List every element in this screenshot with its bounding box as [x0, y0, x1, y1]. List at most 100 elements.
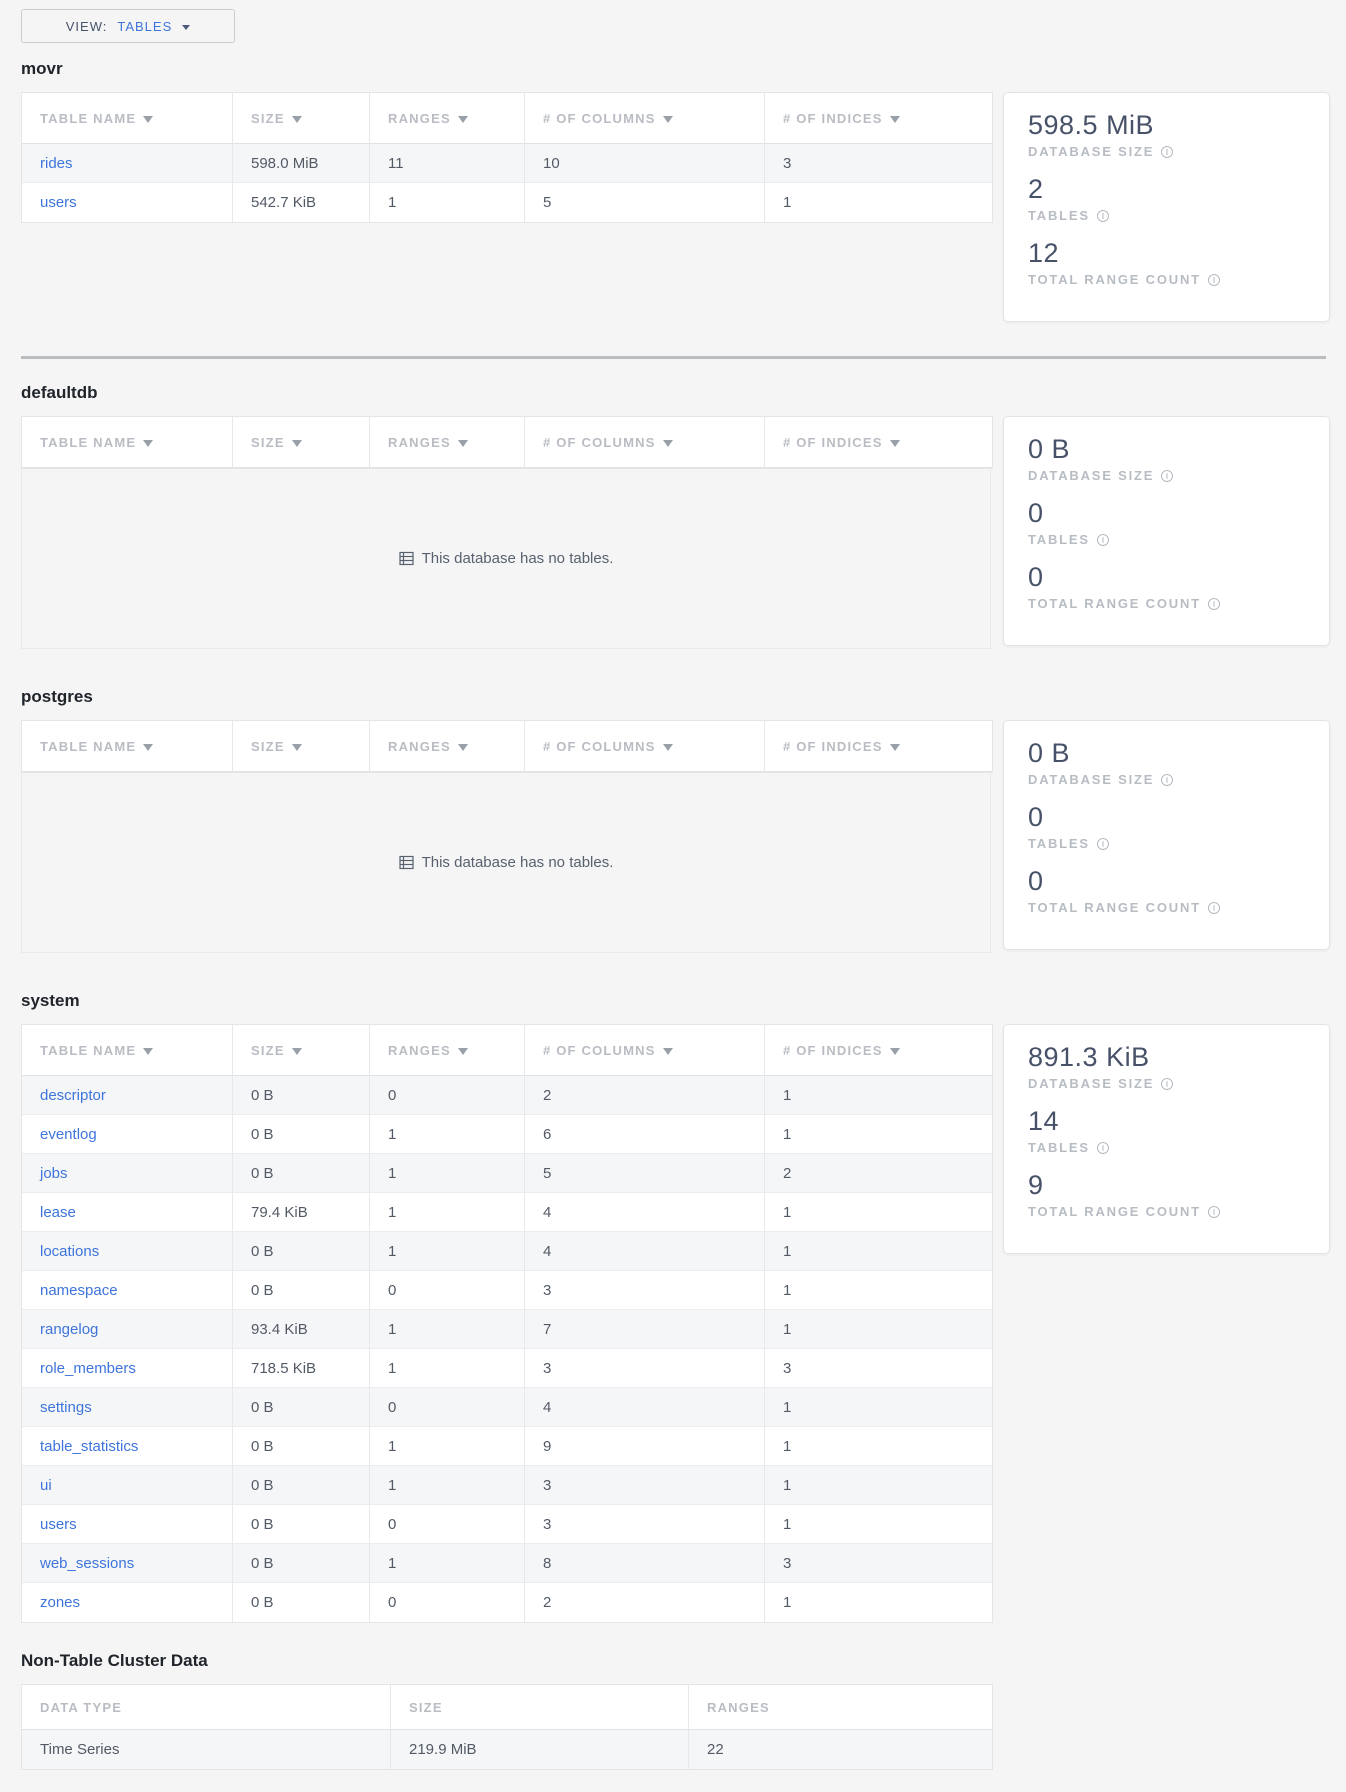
- table-link[interactable]: descriptor: [40, 1087, 106, 1104]
- table-link[interactable]: role_members: [40, 1360, 136, 1377]
- database-stats-card: 0 B DATABASE SIZE 0 TABLES 0 TOTAL RANGE…: [1003, 416, 1330, 646]
- table-name-cell: jobs: [22, 1154, 233, 1193]
- column-header-indices[interactable]: # OF INDICES: [765, 721, 992, 772]
- table-row: Time Series 219.9 MiB 22: [22, 1730, 992, 1769]
- table-link[interactable]: users: [40, 194, 77, 211]
- table-link[interactable]: locations: [40, 1243, 99, 1260]
- table-row: table_statistics 0 B 1 9 1: [22, 1427, 992, 1466]
- indices-cell: 1: [765, 1193, 992, 1232]
- table-name-cell: role_members: [22, 1349, 233, 1388]
- table-link[interactable]: namespace: [40, 1282, 118, 1299]
- sort-arrow-icon: [458, 116, 468, 123]
- column-header-ranges[interactable]: RANGES: [370, 93, 525, 144]
- ranges-cell: 0: [370, 1076, 525, 1115]
- indices-cell: 1: [765, 1076, 992, 1115]
- info-icon[interactable]: [1208, 1206, 1220, 1218]
- info-icon[interactable]: [1097, 1142, 1109, 1154]
- size-cell: 0 B: [233, 1427, 370, 1466]
- table-link[interactable]: web_sessions: [40, 1555, 134, 1572]
- databases-page: VIEW: TABLES movr TABLE NAME SIZE RANGES…: [0, 0, 1346, 1770]
- columns-cell: 3: [525, 1271, 765, 1310]
- info-icon[interactable]: [1161, 146, 1173, 158]
- table-link[interactable]: ui: [40, 1477, 52, 1494]
- columns-cell: 9: [525, 1427, 765, 1466]
- info-icon[interactable]: [1161, 774, 1173, 786]
- table-row: web_sessions 0 B 1 8 3: [22, 1544, 992, 1583]
- column-header-columns[interactable]: # OF COLUMNS: [525, 721, 765, 772]
- indices-cell: 1: [765, 1232, 992, 1271]
- column-header-table-name[interactable]: TABLE NAME: [22, 93, 233, 144]
- sort-arrow-icon: [458, 440, 468, 447]
- info-icon[interactable]: [1208, 598, 1220, 610]
- non-table-data-table: DATA TYPE SIZE RANGES Time Series 219.9 …: [21, 1684, 993, 1770]
- size-cell: 598.0 MiB: [233, 144, 370, 183]
- info-icon[interactable]: [1161, 1078, 1173, 1090]
- column-header-columns[interactable]: # OF COLUMNS: [525, 1025, 765, 1076]
- info-icon[interactable]: [1097, 534, 1109, 546]
- column-header-table-name[interactable]: TABLE NAME: [22, 417, 233, 468]
- table-link[interactable]: jobs: [40, 1165, 68, 1182]
- column-header-ranges[interactable]: RANGES: [370, 1025, 525, 1076]
- column-header-size[interactable]: SIZE: [233, 1025, 370, 1076]
- sort-arrow-icon: [663, 1048, 673, 1055]
- view-dropdown[interactable]: VIEW: TABLES: [21, 9, 235, 43]
- table-row: role_members 718.5 KiB 1 3 3: [22, 1349, 992, 1388]
- column-header-table-name[interactable]: TABLE NAME: [22, 721, 233, 772]
- column-header-ranges[interactable]: RANGES: [370, 417, 525, 468]
- table-name-cell: rangelog: [22, 1310, 233, 1349]
- table-name-cell: table_statistics: [22, 1427, 233, 1466]
- column-header-columns[interactable]: # OF COLUMNS: [525, 93, 765, 144]
- table-link[interactable]: eventlog: [40, 1126, 97, 1143]
- table-name-cell: locations: [22, 1232, 233, 1271]
- non-table-heading: Non-Table Cluster Data: [21, 1649, 1330, 1672]
- ranges-cell: 0: [370, 1583, 525, 1622]
- size-cell: 0 B: [233, 1271, 370, 1310]
- columns-cell: 6: [525, 1115, 765, 1154]
- tables-count-value: 2: [1028, 173, 1311, 205]
- column-header-ranges[interactable]: RANGES: [370, 721, 525, 772]
- column-header-indices[interactable]: # OF INDICES: [765, 1025, 992, 1076]
- info-icon[interactable]: [1208, 274, 1220, 286]
- database-size-value: 0 B: [1028, 433, 1311, 465]
- database-heading: movr: [21, 57, 1330, 80]
- columns-cell: 8: [525, 1544, 765, 1583]
- table-link[interactable]: settings: [40, 1399, 92, 1416]
- table-link[interactable]: zones: [40, 1594, 80, 1611]
- column-header-indices[interactable]: # OF INDICES: [765, 417, 992, 468]
- table-link[interactable]: rides: [40, 155, 73, 172]
- ranges-cell: 1: [370, 1154, 525, 1193]
- column-header-data-type[interactable]: DATA TYPE: [22, 1685, 391, 1730]
- ranges-cell: 1: [370, 1232, 525, 1271]
- ranges-cell: 1: [370, 183, 525, 222]
- info-icon[interactable]: [1097, 838, 1109, 850]
- indices-cell: 1: [765, 1583, 992, 1622]
- table-link[interactable]: users: [40, 1516, 77, 1533]
- sort-arrow-icon: [458, 744, 468, 751]
- column-header-size[interactable]: SIZE: [233, 721, 370, 772]
- chevron-down-icon: [182, 25, 190, 30]
- indices-cell: 2: [765, 1154, 992, 1193]
- indices-cell: 1: [765, 1388, 992, 1427]
- table-link[interactable]: table_statistics: [40, 1438, 138, 1455]
- column-header-table-name[interactable]: TABLE NAME: [22, 1025, 233, 1076]
- database-heading: defaultdb: [21, 381, 1330, 404]
- info-icon[interactable]: [1097, 210, 1109, 222]
- table-link[interactable]: rangelog: [40, 1321, 98, 1338]
- info-icon[interactable]: [1208, 902, 1220, 914]
- column-header-size[interactable]: SIZE: [233, 93, 370, 144]
- sort-arrow-icon: [663, 744, 673, 751]
- info-icon[interactable]: [1161, 470, 1173, 482]
- table-row: zones 0 B 0 2 1: [22, 1583, 992, 1622]
- table-link[interactable]: lease: [40, 1204, 76, 1221]
- column-header-ranges[interactable]: RANGES: [689, 1685, 992, 1730]
- ranges-cell: 1: [370, 1115, 525, 1154]
- column-header-indices[interactable]: # OF INDICES: [765, 93, 992, 144]
- column-header-size[interactable]: SIZE: [233, 417, 370, 468]
- table-row: rides 598.0 MiB 11 10 3: [22, 144, 992, 183]
- column-header-size[interactable]: SIZE: [391, 1685, 689, 1730]
- size-cell: 0 B: [233, 1154, 370, 1193]
- column-header-columns[interactable]: # OF COLUMNS: [525, 417, 765, 468]
- table-name-cell: lease: [22, 1193, 233, 1232]
- indices-cell: 3: [765, 144, 992, 183]
- database-section-defaultdb: defaultdb TABLE NAME SIZE RANGES # OF CO…: [21, 381, 1330, 649]
